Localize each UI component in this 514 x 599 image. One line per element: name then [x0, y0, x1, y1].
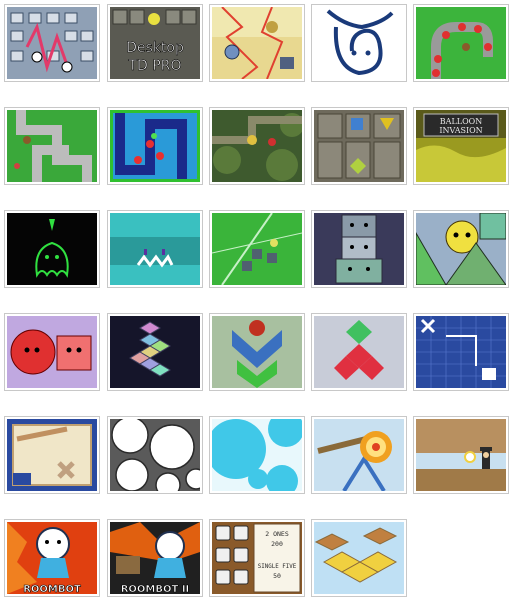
roombot-title: ROOMBOT: [23, 584, 81, 594]
desktop-td-pro-image: Desktop TD PRO: [110, 7, 200, 79]
game-thumb-forest-td[interactable]: [209, 107, 305, 185]
desert-figure-image: [416, 419, 506, 491]
balloon-invasion-title-line2: INVASION: [439, 126, 482, 135]
blue-path-image: [110, 110, 200, 182]
td-classic-image: [7, 7, 97, 79]
dice-score-line2: 200: [271, 540, 283, 548]
game-thumb-blue-path[interactable]: [107, 107, 203, 185]
game-thumb-target[interactable]: [311, 416, 407, 494]
maze-grass-image: [7, 110, 97, 182]
triangle-faces-image: [416, 213, 506, 285]
desktop-td-title-line1: Desktop: [126, 40, 184, 56]
game-thumbnail-grid: Desktop TD PRO BALLOON INVASION ROOMBOT …: [0, 0, 514, 599]
green-battle-image: [212, 213, 302, 285]
game-thumb-triangle-faces[interactable]: [413, 210, 509, 288]
game-thumb-green-chevrons[interactable]: [209, 313, 305, 391]
dice-score-line1: 2 ONES: [265, 530, 289, 538]
roombot-2-image: ROOMBOT II: [110, 522, 200, 594]
game-thumb-dice[interactable]: 2 ONES 200 SINGLE FIVE 50: [209, 519, 305, 597]
game-thumb-isometric-boxes[interactable]: [311, 519, 407, 597]
green-glow-image: [7, 213, 97, 285]
game-thumb-blueprint-cannon[interactable]: [4, 416, 100, 494]
cyan-creature-image: [110, 213, 200, 285]
game-thumb-desert-figure[interactable]: [413, 416, 509, 494]
blueprint-image: [416, 316, 506, 388]
game-thumb-green-battle[interactable]: [209, 210, 305, 288]
roombot-2-title: ROOMBOT II: [121, 584, 190, 594]
blueprint-cannon-image: [7, 419, 97, 491]
game-thumb-mascot-logo[interactable]: [311, 4, 407, 82]
game-thumb-green-glow[interactable]: [4, 210, 100, 288]
mascot-logo-image: [314, 7, 404, 79]
game-thumb-blueprint[interactable]: [413, 313, 509, 391]
pastel-tetris-image: [110, 316, 200, 388]
isometric-boxes-image: [314, 522, 404, 594]
game-thumb-stone-td[interactable]: [311, 107, 407, 185]
red-green-blocks-image: [314, 316, 404, 388]
game-thumb-td-classic[interactable]: [4, 4, 100, 82]
game-thumb-roombot-2[interactable]: ROOMBOT II: [107, 519, 203, 597]
dice-score-line4: 50: [273, 572, 281, 580]
game-thumb-red-green-blocks[interactable]: [311, 313, 407, 391]
game-thumb-totem[interactable]: [311, 210, 407, 288]
game-thumb-pastel-tetris[interactable]: [107, 313, 203, 391]
game-thumb-lightning[interactable]: [209, 4, 305, 82]
totem-image: [314, 213, 404, 285]
red-pink-blocks-image: [7, 316, 97, 388]
game-thumb-red-pink-blocks[interactable]: [4, 313, 100, 391]
green-chevrons-image: [212, 316, 302, 388]
game-thumb-maze-grass[interactable]: [4, 107, 100, 185]
dice-image: 2 ONES 200 SINGLE FIVE 50: [212, 522, 302, 594]
balloon-invasion-image: BALLOON INVASION: [416, 110, 506, 182]
game-thumb-blue-bubbles[interactable]: [209, 416, 305, 494]
desktop-td-title-line2: TD PRO: [128, 58, 182, 74]
balloon-invasion-title-line1: BALLOON: [440, 117, 482, 126]
lightning-image: [212, 7, 302, 79]
white-circles-image: [110, 419, 200, 491]
dice-score-line3: SINGLE FIVE: [258, 564, 297, 570]
game-thumb-desktop-td-pro[interactable]: Desktop TD PRO: [107, 4, 203, 82]
roombot-image: ROOMBOT: [7, 522, 97, 594]
game-thumb-balloon-path[interactable]: [413, 4, 509, 82]
game-thumb-roombot[interactable]: ROOMBOT: [4, 519, 100, 597]
game-thumb-white-circles[interactable]: [107, 416, 203, 494]
forest-td-image: [212, 110, 302, 182]
target-image: [314, 419, 404, 491]
game-thumb-cyan-creature[interactable]: [107, 210, 203, 288]
game-thumb-balloon-invasion[interactable]: BALLOON INVASION: [413, 107, 509, 185]
stone-td-image: [314, 110, 404, 182]
blue-bubbles-image: [212, 419, 302, 491]
balloon-path-image: [416, 7, 506, 79]
